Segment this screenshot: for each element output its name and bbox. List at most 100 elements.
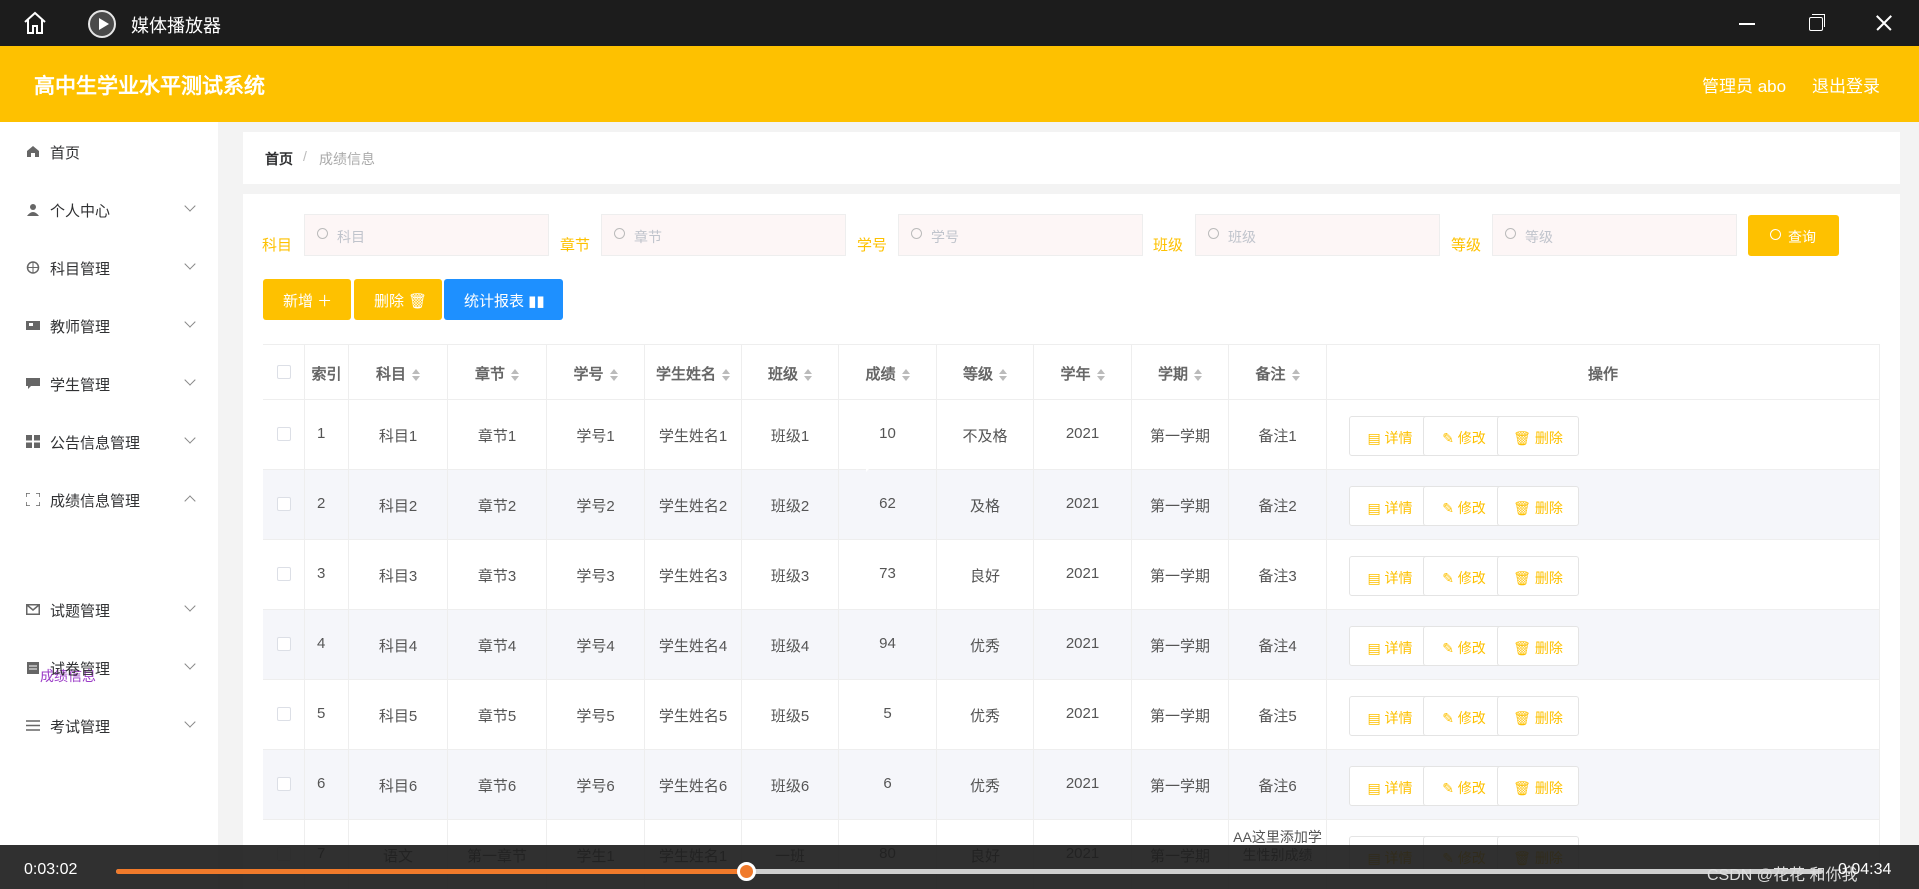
column-header[interactable]: 学生姓名	[645, 345, 742, 400]
detail-button[interactable]: ▤ 详情	[1349, 766, 1431, 806]
column-header: 操作	[1327, 345, 1880, 400]
sort-icon	[1096, 369, 1105, 382]
column-header[interactable]: 科目	[349, 345, 448, 400]
column-header[interactable]: 学号	[547, 345, 645, 400]
chapter-input-placeholder: 章节	[634, 229, 662, 245]
seek-handle[interactable]	[736, 862, 756, 881]
class-input[interactable]: 班级	[1195, 214, 1440, 256]
detail-button[interactable]: ▤ 详情	[1349, 486, 1431, 526]
delete-row-button[interactable]: 🗑 删除	[1497, 556, 1579, 596]
score-icon	[26, 493, 40, 506]
home-icon[interactable]	[22, 11, 48, 35]
column-header[interactable]: 章节	[448, 345, 547, 400]
delete-row-button[interactable]: 🗑 删除	[1497, 766, 1579, 806]
column-header[interactable]: 成绩	[839, 345, 937, 400]
chevron-down-icon	[184, 316, 196, 328]
sidebar-item-notice[interactable]: 公告信息管理	[0, 422, 218, 462]
row-checkbox[interactable]	[277, 567, 291, 581]
sidebar-item-teacher[interactable]: 教师管理	[0, 306, 218, 346]
sidebar-item-score[interactable]: 成绩信息管理	[0, 480, 218, 520]
detail-button[interactable]: ▤ 详情	[1349, 556, 1431, 596]
breadcrumb-separator: /	[303, 148, 307, 164]
table-row: 4 科目4 章节4 学号4 学生姓名4 班级4 94 优秀 2021 第一学期 备注4 ▤ 详情 ✎ 修…	[263, 610, 1880, 680]
detail-button[interactable]: ▤ 详情	[1349, 626, 1431, 666]
row-checkbox[interactable]	[277, 707, 291, 721]
filter-label-student-id: 学号	[857, 237, 888, 254]
logout-link[interactable]: 退出登录	[1812, 72, 1880, 97]
column-header[interactable]: 学年	[1034, 345, 1132, 400]
table-cell: 2021	[1034, 680, 1132, 750]
select-all-checkbox[interactable]	[277, 365, 291, 379]
row-actions-cell: ▤ 详情✎ 修改🗑 删除	[1327, 400, 1880, 470]
detail-button[interactable]: ▤ 详情	[1349, 416, 1431, 456]
sidebar-item-student[interactable]: 学生管理	[0, 364, 218, 404]
grade-input[interactable]: 等级	[1492, 214, 1737, 256]
chevron-up-icon	[184, 495, 196, 507]
chapter-input[interactable]: 章节	[601, 214, 846, 256]
stats-report-button[interactable]: 统计报表 ▮▮	[444, 279, 563, 320]
student-id-input[interactable]: 学号	[898, 214, 1143, 256]
table-cell: 章节2	[448, 470, 547, 540]
column-header[interactable]: 等级	[937, 345, 1034, 400]
delete-button[interactable]: 删除 🗑	[354, 279, 442, 320]
column-header[interactable]: 学期	[1132, 345, 1229, 400]
add-button[interactable]: 新增 ＋	[263, 279, 351, 320]
row-checkbox[interactable]	[277, 427, 291, 441]
table-cell: 备注4	[1229, 610, 1327, 680]
table-cell: 备注5	[1229, 680, 1327, 750]
row-checkbox[interactable]	[277, 637, 291, 651]
watermark: CSDN @花花 和你我	[1707, 867, 1858, 884]
edit-button[interactable]: ✎ 修改	[1423, 416, 1505, 456]
sidebar-item-exams[interactable]: 考试管理	[0, 706, 218, 746]
query-button[interactable]: 查询	[1748, 215, 1839, 256]
row-select-cell	[263, 400, 305, 470]
delete-row-button[interactable]: 🗑 删除	[1497, 416, 1579, 456]
subject-input-placeholder: 科目	[337, 229, 365, 245]
subject-input[interactable]: 科目	[304, 214, 549, 256]
breadcrumb-home[interactable]: 首页	[265, 149, 293, 169]
chevron-down-icon	[184, 658, 196, 670]
subject-icon	[26, 261, 40, 274]
table-cell: 学生姓名3	[645, 540, 742, 610]
delete-row-button[interactable]: 🗑 删除	[1497, 486, 1579, 526]
seek-bar-progress	[116, 869, 746, 874]
sidebar-item-personal-center[interactable]: 个人中心	[0, 190, 218, 230]
delete-row-button[interactable]: 🗑 删除	[1497, 626, 1579, 666]
sidebar-item-papers[interactable]: 试卷管理	[0, 648, 218, 688]
column-header[interactable]: 备注	[1229, 345, 1327, 400]
sidebar-item-label: 试题管理	[50, 603, 111, 620]
row-checkbox[interactable]	[277, 777, 291, 791]
minimize-button[interactable]	[1727, 8, 1767, 38]
sidebar-item-questions[interactable]: 试题管理	[0, 590, 218, 630]
sort-icon	[412, 369, 420, 382]
grid-icon	[26, 435, 40, 448]
total-time: 0:04:34	[1838, 861, 1892, 878]
close-button[interactable]	[1864, 8, 1904, 38]
seek-bar[interactable]	[116, 862, 1823, 881]
edit-button[interactable]: ✎ 修改	[1423, 626, 1505, 666]
table-cell: 学生姓名2	[645, 470, 742, 540]
edit-button[interactable]: ✎ 修改	[1423, 556, 1505, 596]
table-cell: 备注3	[1229, 540, 1327, 610]
edit-button[interactable]: ✎ 修改	[1423, 486, 1505, 526]
column-header[interactable]: 班级	[742, 345, 839, 400]
sidebar-item-home[interactable]: 首页	[0, 132, 218, 172]
class-input-placeholder: 班级	[1228, 229, 1256, 245]
table-cell: 班级4	[742, 610, 839, 680]
row-select-cell	[263, 540, 305, 610]
delete-row-button[interactable]: 🗑 删除	[1497, 696, 1579, 736]
maximize-button[interactable]	[1796, 8, 1836, 38]
row-checkbox[interactable]	[277, 497, 291, 511]
edit-button[interactable]: ✎ 修改	[1423, 766, 1505, 806]
row-select-cell	[263, 680, 305, 750]
table-cell: 6	[839, 750, 937, 820]
playback-bar: 0:03:02 CSDN @花花 和你我 0:04:34	[0, 845, 1919, 889]
sort-icon	[999, 369, 1007, 382]
edit-button[interactable]: ✎ 修改	[1423, 696, 1505, 736]
chevron-down-icon	[184, 258, 196, 270]
table-cell: 6	[305, 750, 349, 820]
table-row: 5 科目5 章节5 学号5 学生姓名5 班级5 5 优秀 2021 第一学期 备注5 ▤ 详情 ✎ 修改…	[263, 680, 1880, 750]
table-cell: 62	[839, 470, 937, 540]
detail-button[interactable]: ▤ 详情	[1349, 696, 1431, 736]
sidebar-item-subject[interactable]: 科目管理	[0, 248, 218, 288]
